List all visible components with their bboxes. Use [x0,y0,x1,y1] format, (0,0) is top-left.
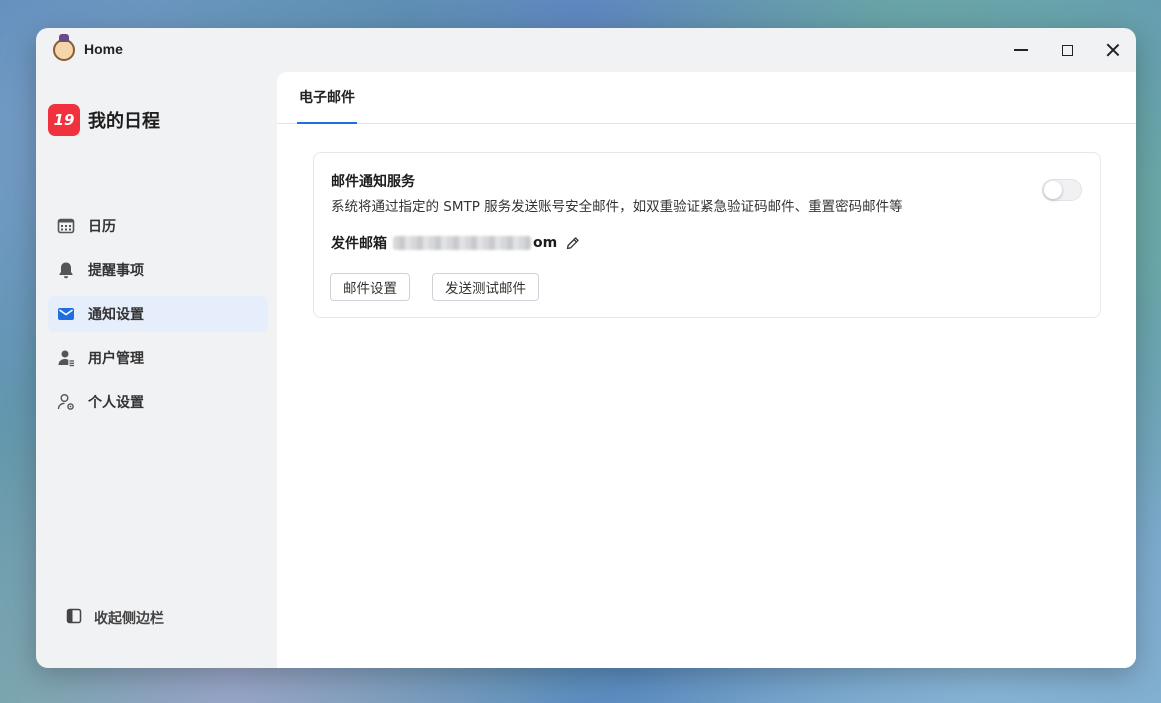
collapse-sidebar-label: 收起侧边栏 [94,611,164,627]
sidebar: 19 我的日程 日历 提醒事项 通知设置 用户管理 个人设置 收起侧边栏 [36,72,276,668]
minimize-button[interactable] [1006,36,1036,64]
sidebar-item-personal-settings[interactable]: 个人设置 [48,384,268,420]
mail-icon [56,304,76,324]
tab-email[interactable]: 电子邮件 [297,72,357,124]
main-panel: 电子邮件 邮件通知服务 系统将通过指定的 SMTP 服务发送账号安全邮件，如双重… [277,72,1136,668]
title-bar: Home [36,28,1136,72]
sender-email-label: 发件邮箱 [331,236,387,252]
email-service-toggle[interactable] [1042,179,1082,201]
sender-email-row: 发件邮箱 om [331,233,581,253]
user-manage-icon [56,348,76,368]
maximize-button[interactable] [1052,36,1082,64]
sidebar-item-label: 用户管理 [88,351,144,367]
sidebar-item-calendar[interactable]: 日历 [48,208,268,244]
sender-email-value: om [393,235,557,251]
tab-bar: 电子邮件 [277,72,1136,124]
email-notification-card: 邮件通知服务 系统将通过指定的 SMTP 服务发送账号安全邮件，如双重验证紧急验… [313,152,1101,318]
sender-email-suffix: om [533,235,558,251]
calendar-icon [56,216,76,236]
close-icon [1106,43,1120,57]
sidebar-item-label: 个人设置 [88,395,144,411]
mail-settings-button[interactable]: 邮件设置 [330,273,410,301]
bell-icon [56,260,76,280]
redacted-email [393,236,531,250]
maximize-icon [1061,44,1073,56]
sidebar-toggle-icon [66,608,82,628]
sidebar-nav: 日历 提醒事项 通知设置 用户管理 个人设置 [48,208,268,428]
brand-name: 我的日程 [88,111,160,132]
card-description: 系统将通过指定的 SMTP 服务发送账号安全邮件，如双重验证紧急验证码邮件、重置… [331,199,903,215]
close-button[interactable] [1098,36,1128,64]
card-title: 邮件通知服务 [331,174,415,190]
user-settings-icon [56,392,76,412]
sidebar-item-reminders[interactable]: 提醒事项 [48,252,268,288]
sidebar-item-notifications[interactable]: 通知设置 [48,296,268,332]
app-window: Home 19 我的日程 日历 提醒事项 通知设置 用户管理 个人设置 收起侧边… [36,28,1136,668]
sidebar-item-user-management[interactable]: 用户管理 [48,340,268,376]
app-logo-icon [53,34,75,61]
brand-badge-icon: 19 [48,104,80,136]
sidebar-item-label: 提醒事项 [88,263,144,279]
collapse-sidebar-button[interactable]: 收起侧边栏 [66,608,164,628]
minimize-icon [1014,49,1028,51]
window-title: Home [84,41,123,57]
sidebar-item-label: 通知设置 [88,307,144,323]
edit-icon[interactable] [565,235,581,251]
toggle-knob [1044,181,1062,199]
sidebar-item-label: 日历 [88,219,116,235]
send-test-email-button[interactable]: 发送测试邮件 [432,273,539,301]
brand: 19 我的日程 [48,104,160,136]
